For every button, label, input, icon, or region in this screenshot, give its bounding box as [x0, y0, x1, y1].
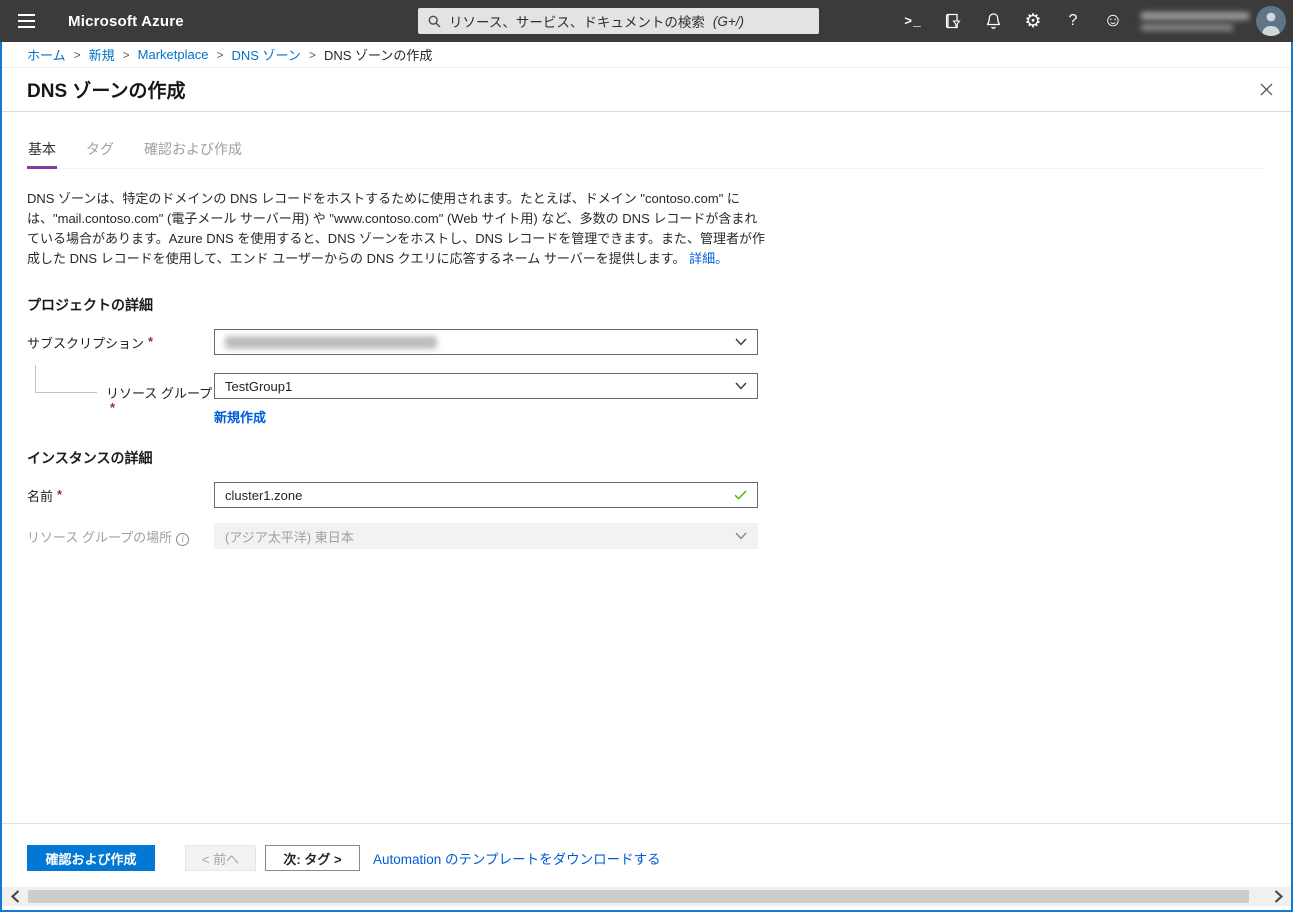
- section-instance-details: インスタンスの詳細: [27, 450, 153, 466]
- previous-button: < 前へ: [185, 845, 256, 871]
- location-dropdown: (アジア太平洋) 東日本: [214, 523, 758, 549]
- azure-portal-screen: Microsoft Azure リソース、サービス、ドキュメントの検索 (G+/…: [0, 0, 1293, 912]
- name-input[interactable]: cluster1.zone: [214, 482, 758, 508]
- location-value: (アジア太平洋) 東日本: [225, 529, 354, 545]
- directory-filter-icon[interactable]: [933, 0, 973, 42]
- resource-group-row: リソース グループ* TestGroup1 新規作成: [27, 364, 1266, 426]
- location-label: リソース グループの場所 i: [27, 527, 214, 546]
- next-tags-button[interactable]: 次: タグ >: [265, 845, 360, 871]
- breadcrumb-marketplace[interactable]: Marketplace: [138, 47, 209, 62]
- create-dns-zone-blade: ホーム > 新規 > Marketplace > DNS ゾーン > DNS ゾ…: [0, 42, 1293, 912]
- breadcrumb-new[interactable]: 新規: [89, 45, 115, 64]
- breadcrumb-separator: >: [308, 47, 316, 62]
- valid-check-icon: [734, 490, 747, 500]
- review-create-button[interactable]: 確認および作成: [27, 845, 155, 871]
- hamburger-menu-icon[interactable]: [0, 0, 52, 42]
- scroll-right-icon[interactable]: [1265, 887, 1291, 906]
- avatar[interactable]: [1256, 6, 1286, 36]
- scroll-left-icon[interactable]: [2, 887, 28, 906]
- required-marker: *: [110, 399, 116, 415]
- search-placeholder: リソース、サービス、ドキュメントの検索: [449, 15, 705, 30]
- breadcrumb-separator: >: [73, 47, 81, 62]
- intro-text: DNS ゾーンは、特定のドメインの DNS レコードをホストするために使用されま…: [27, 191, 765, 266]
- search-icon: [428, 15, 441, 27]
- create-new-link[interactable]: 新規作成: [214, 407, 266, 426]
- page-title: DNS ゾーンの作成: [27, 81, 186, 102]
- required-marker: *: [148, 333, 154, 349]
- breadcrumb-home[interactable]: ホーム: [27, 45, 66, 64]
- tab-basics[interactable]: 基本: [27, 137, 57, 169]
- wizard-tabs: 基本 タグ 確認および作成: [27, 137, 1266, 169]
- account-info-redacted[interactable]: [1141, 5, 1249, 37]
- blade-content: 基本 タグ 確認および作成 DNS ゾーンは、特定のドメインの DNS レコード…: [2, 137, 1291, 549]
- chevron-down-icon: [735, 382, 747, 390]
- breadcrumb-dns-zone[interactable]: DNS ゾーン: [232, 45, 301, 64]
- brand-title[interactable]: Microsoft Azure: [68, 13, 184, 30]
- scrollbar-thumb[interactable]: [28, 890, 1249, 903]
- help-icon[interactable]: ?: [1053, 0, 1093, 42]
- chevron-down-icon: [735, 338, 747, 346]
- tree-connector: [35, 364, 97, 393]
- chevron-down-icon: [735, 532, 747, 540]
- tab-tags[interactable]: タグ: [85, 137, 115, 169]
- info-icon: i: [176, 532, 190, 546]
- search-shortcut-hint: (G+/): [712, 13, 744, 29]
- person-icon: [1262, 12, 1280, 36]
- global-search-input[interactable]: リソース、サービス、ドキュメントの検索 (G+/): [418, 8, 819, 34]
- name-value: cluster1.zone: [225, 487, 303, 503]
- feedback-smiley-icon[interactable]: ☺: [1093, 0, 1133, 42]
- breadcrumb-separator: >: [216, 47, 224, 62]
- subscription-dropdown[interactable]: [214, 329, 758, 355]
- learn-more-link[interactable]: 詳細。: [689, 251, 728, 266]
- section-project-details: プロジェクトの詳細: [27, 297, 153, 313]
- name-label: 名前 *: [27, 486, 63, 504]
- tab-review-create[interactable]: 確認および作成: [143, 137, 243, 169]
- breadcrumb-current: DNS ゾーンの作成: [323, 48, 433, 63]
- resource-group-label: リソース グループ*: [27, 364, 214, 417]
- resource-group-dropdown[interactable]: TestGroup1: [214, 373, 758, 399]
- resource-group-value: TestGroup1: [225, 378, 293, 394]
- cloud-shell-icon[interactable]: >_: [893, 0, 933, 42]
- notifications-bell-icon[interactable]: [973, 0, 1013, 42]
- blade-header: DNS ゾーンの作成: [2, 68, 1291, 112]
- breadcrumb-separator: >: [122, 47, 130, 62]
- settings-gear-icon[interactable]: ⚙: [1013, 0, 1053, 42]
- breadcrumb: ホーム > 新規 > Marketplace > DNS ゾーン > DNS ゾ…: [2, 42, 1291, 68]
- blade-footer: 確認および作成 < 前へ 次: タグ > Automation のテンプレートを…: [2, 823, 1291, 871]
- name-row: 名前 * cluster1.zone: [27, 482, 1266, 508]
- subscription-label: サブスクリプション *: [27, 333, 154, 351]
- close-icon[interactable]: [1253, 76, 1279, 102]
- topbar: Microsoft Azure リソース、サービス、ドキュメントの検索 (G+/…: [0, 0, 1293, 42]
- subscription-value-redacted: [225, 335, 437, 349]
- horizontal-scrollbar[interactable]: [2, 887, 1291, 906]
- location-row: リソース グループの場所 i (アジア太平洋) 東日本: [27, 523, 1266, 549]
- topbar-icon-group: >_ ⚙ ? ☺: [893, 0, 1133, 42]
- subscription-row: サブスクリプション *: [27, 329, 1266, 355]
- required-marker: *: [57, 486, 63, 502]
- download-automation-template-link[interactable]: Automation のテンプレートをダウンロードする: [373, 848, 661, 868]
